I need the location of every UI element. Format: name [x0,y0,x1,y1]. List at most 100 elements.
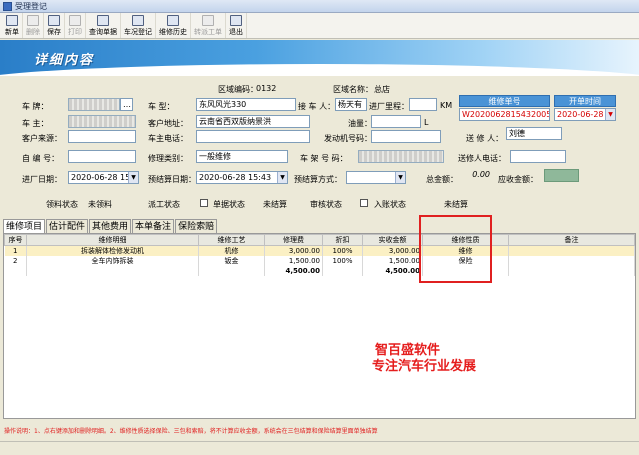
plate-label: 车 牌： [22,102,49,111]
cell-discount: 100% [322,256,363,266]
tab-insurance-claim[interactable]: 保险索赔 [175,219,218,233]
col-discount[interactable]: 折扣 [322,234,363,246]
repair-items-table: 序号 维修明细 维修工艺 修理费 折扣 实收金额 维修性质 备注 1 拆装解体检… [3,233,636,419]
model-label: 车 型： [148,102,175,111]
tab-repair-items[interactable]: 维修项目 [3,219,46,233]
new-button[interactable]: 新单 [2,13,23,38]
col-process[interactable]: 维修工艺 [198,234,265,246]
repair-no-input[interactable]: W202006281543200530 [459,108,550,121]
operation-note: 操作说明：1、点右键添加和删除明细。2、维修性质选择保险、三包和索赔，将不计算应… [4,428,378,435]
frame-label: 车 架 号 码： [300,154,348,163]
in-date-select[interactable]: 2020-06-28 ▼ [554,108,616,121]
banner-curve [0,64,639,76]
toolbar: 新单 删除 保存 打印 查询单据 车况登记 维修历史 转派工单 退出 [0,13,639,39]
repairer-input[interactable]: 刘德 [506,127,562,140]
pay-select[interactable]: ▼ [346,171,406,184]
car-icon [132,15,144,26]
repairer-label: 送 修 人： [466,134,504,143]
status-bar [0,441,639,455]
query-button[interactable]: 查询单据 [86,13,121,38]
table-row[interactable]: 2 全车内饰拆装 钣金 1,500.00 100% 1,500.00 保险 [4,256,635,266]
repairer-phone-label: 送修人电话： [458,154,506,163]
in-day-select[interactable]: 2020-06-28 15:4 ▼ [68,171,139,184]
paid-label: 应收金额： [498,175,538,184]
exit-button[interactable]: 退出 [226,13,247,38]
estimate-label: 预结算日期： [148,175,196,184]
col-detail[interactable]: 维修明细 [26,234,199,246]
repairer-phone-input[interactable] [510,150,566,163]
title-bar: 受理登记 [0,0,639,13]
transfer-icon [202,15,214,26]
transfer-button[interactable]: 转派工单 [191,13,226,38]
dispatch-status-label: 派工状态 [148,200,180,209]
dispatch-checkbox[interactable] [200,199,208,207]
table-row[interactable]: 1 拆装解体检修发动机 机修 3,000.00 100% 3,000.00 维修 [4,245,635,256]
detail-tabs: 维修项目 估计配件 其他费用 本单备注 保险索赔 [3,219,218,233]
plate-lookup-button[interactable]: … [120,98,133,111]
col-index[interactable]: 序号 [4,234,27,246]
tab-order-notes[interactable]: 本单备注 [132,219,175,233]
col-paid[interactable]: 实收金额 [362,234,423,246]
source-input[interactable] [68,130,136,143]
mileage-input[interactable] [409,98,437,111]
model-input[interactable]: 东风风光330 [196,98,296,111]
cell-paid: 3,000.00 [362,245,423,256]
source-label: 客户来源： [22,134,62,143]
address-input[interactable]: 云南省西双版纳景洪 [196,115,310,128]
repair-type-input[interactable]: 一般维修 [196,150,288,163]
col-fee[interactable]: 修理费 [264,234,323,246]
address-label: 客户地址： [148,119,188,128]
receiver-label: 接 车 人： [298,102,336,111]
cell-detail: 拆装解体检修发动机 [26,245,199,256]
zone-code-value: 0132 [256,84,277,93]
estimate-select[interactable]: 2020-06-28 15:43 ▼ [196,171,288,184]
plate-input[interactable] [68,98,120,111]
banner-title: 详细内容 [34,53,95,68]
audit-checkbox[interactable] [360,199,368,207]
account-status-value: 未结算 [444,200,468,209]
number-input[interactable] [68,150,136,163]
phone-input[interactable] [196,130,310,143]
table-total-row: 4,500.00 4,500.00 [4,266,635,276]
chevron-down-icon[interactable]: ▼ [128,172,138,183]
paid-value [544,169,579,182]
owner-input[interactable] [68,115,136,128]
total-fee: 4,500.00 [264,266,323,276]
promo-line-1: 智百盛软件 [375,343,441,358]
tab-other-fees[interactable]: 其他费用 [89,219,132,233]
pay-label: 预结算方式： [294,175,342,184]
repair-no-header: 维修单号 [459,95,550,107]
zone-name-label: 区域名称： [333,85,373,94]
check-status-value: 未结算 [263,200,287,209]
vehicle-condition-button[interactable]: 车况登记 [121,13,156,38]
frame-input[interactable] [358,150,444,163]
total-value: 0.00 [464,169,492,182]
new-doc-icon [6,15,18,26]
search-icon [97,15,109,26]
save-button[interactable]: 保存 [44,13,65,38]
in-day-label: 进厂日期： [22,175,62,184]
save-icon [48,15,60,26]
engine-input[interactable] [371,130,441,143]
highlight-box [419,215,492,283]
cell-remark[interactable] [508,256,635,266]
chevron-down-icon[interactable]: ▼ [395,172,405,183]
engine-label: 发动机号码： [324,134,372,143]
chevron-down-icon[interactable]: ▼ [277,172,287,183]
number-label: 自 编 号： [22,154,60,163]
cell-remark[interactable] [508,245,635,256]
account-status-label: 入账状态 [374,200,406,209]
print-button[interactable]: 打印 [65,13,86,38]
col-remark[interactable]: 备注 [508,234,635,246]
fuel-unit: L [424,118,429,127]
fuel-input[interactable] [371,115,421,128]
delete-button[interactable]: 删除 [23,13,44,38]
receiver-input[interactable]: 杨天有 [335,98,367,111]
chevron-down-icon[interactable]: ▼ [605,109,615,120]
repair-type-label: 修理类别： [148,154,188,163]
total-label: 总金额： [426,175,458,184]
cell-paid: 1,500.00 [362,256,423,266]
fuel-label: 油量： [348,119,372,128]
tab-estimate-parts[interactable]: 估计配件 [46,219,89,233]
history-button[interactable]: 维修历史 [156,13,191,38]
